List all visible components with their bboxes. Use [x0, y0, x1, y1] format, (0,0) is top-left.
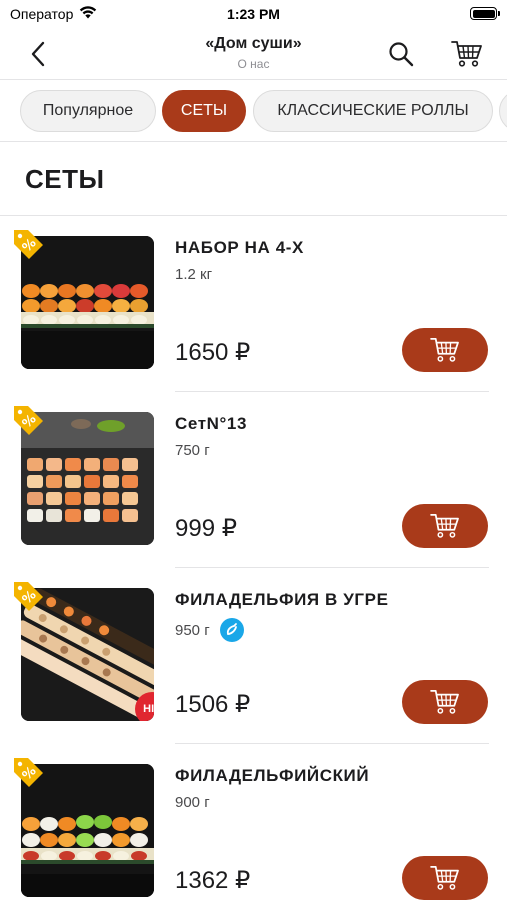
- back-button[interactable]: [20, 36, 56, 72]
- product-price: 1650 ₽: [175, 339, 251, 366]
- product-weight-row: 750 г: [175, 442, 210, 459]
- about-link[interactable]: О нас: [120, 56, 387, 72]
- search-button[interactable]: [384, 37, 418, 71]
- cart-icon: [430, 689, 459, 714]
- status-bar: Оператор 1:23 PM: [0, 0, 507, 28]
- product-weight: 1.2 кг: [175, 266, 213, 283]
- discount-tag-icon: %: [10, 402, 46, 438]
- product-price: 1362 ₽: [175, 867, 251, 894]
- section-title: СЕТЫ: [25, 164, 105, 194]
- product-card[interactable]: % СетN°13 750 г 999 ₽: [0, 392, 507, 568]
- product-weight: 900 г: [175, 794, 210, 811]
- product-card[interactable]: HIT % ФИЛАДЕЛЬФИЯ В УГРЕ 950 г 1506 ₽: [0, 568, 507, 744]
- pepper-icon: [219, 618, 244, 642]
- product-name: ФИЛАДЕЛЬФИЯ В УГРЕ: [175, 590, 389, 609]
- battery-level: [472, 9, 495, 18]
- product-price: 999 ₽: [175, 515, 237, 542]
- add-to-cart-button[interactable]: [402, 328, 488, 372]
- nav-bar: «Дом суши» О нас: [0, 28, 507, 80]
- product-card[interactable]: % НАБОР НА 4-Х 1.2 кг 1650 ₽: [0, 216, 507, 392]
- product-name: ФИЛАДЕЛЬФИЙСКИЙ: [175, 766, 370, 785]
- product-weight-row: 900 г: [175, 794, 210, 811]
- product-weight-row: 1.2 кг: [175, 266, 212, 283]
- product-card[interactable]: % ФИЛАДЕЛЬФИЙСКИЙ 900 г 1362 ₽: [0, 744, 507, 900]
- tab-popular[interactable]: Популярное: [20, 90, 156, 132]
- cart-button[interactable]: [449, 37, 485, 71]
- cart-icon: [430, 513, 459, 538]
- add-to-cart-button[interactable]: [402, 504, 488, 548]
- add-to-cart-button[interactable]: [402, 856, 488, 900]
- discount-tag-icon: %: [10, 226, 46, 262]
- cart-icon: [451, 41, 482, 67]
- search-icon: [389, 42, 414, 67]
- status-time: 1:23 PM: [227, 6, 280, 22]
- product-name: НАБОР НА 4-Х: [175, 238, 304, 257]
- cart-icon: [430, 337, 459, 362]
- product-weight: 750 г: [175, 442, 210, 459]
- cart-icon: [430, 865, 459, 890]
- page-title: «Дом суши»: [205, 35, 302, 52]
- tab-next[interactable]: [499, 90, 507, 132]
- nav-title-block[interactable]: «Дом суши» О нас: [120, 34, 387, 72]
- product-price: 1506 ₽: [175, 691, 251, 718]
- chevron-left-icon: [31, 41, 45, 67]
- tab-classic-rolls[interactable]: КЛАССИЧЕСКИЕ РОЛЛЫ: [253, 90, 493, 132]
- discount-tag-icon: %: [10, 754, 46, 790]
- product-weight: 950 г: [175, 621, 210, 639]
- category-tabs: Популярное СЕТЫ КЛАССИЧЕСКИЕ РОЛЛЫ: [0, 80, 507, 142]
- battery-icon: [470, 7, 500, 20]
- discount-tag-icon: %: [10, 578, 46, 614]
- product-name: СетN°13: [175, 414, 248, 433]
- product-weight-row: 950 г: [175, 618, 244, 642]
- add-to-cart-button[interactable]: [402, 680, 488, 724]
- tab-sets[interactable]: СЕТЫ: [162, 90, 246, 132]
